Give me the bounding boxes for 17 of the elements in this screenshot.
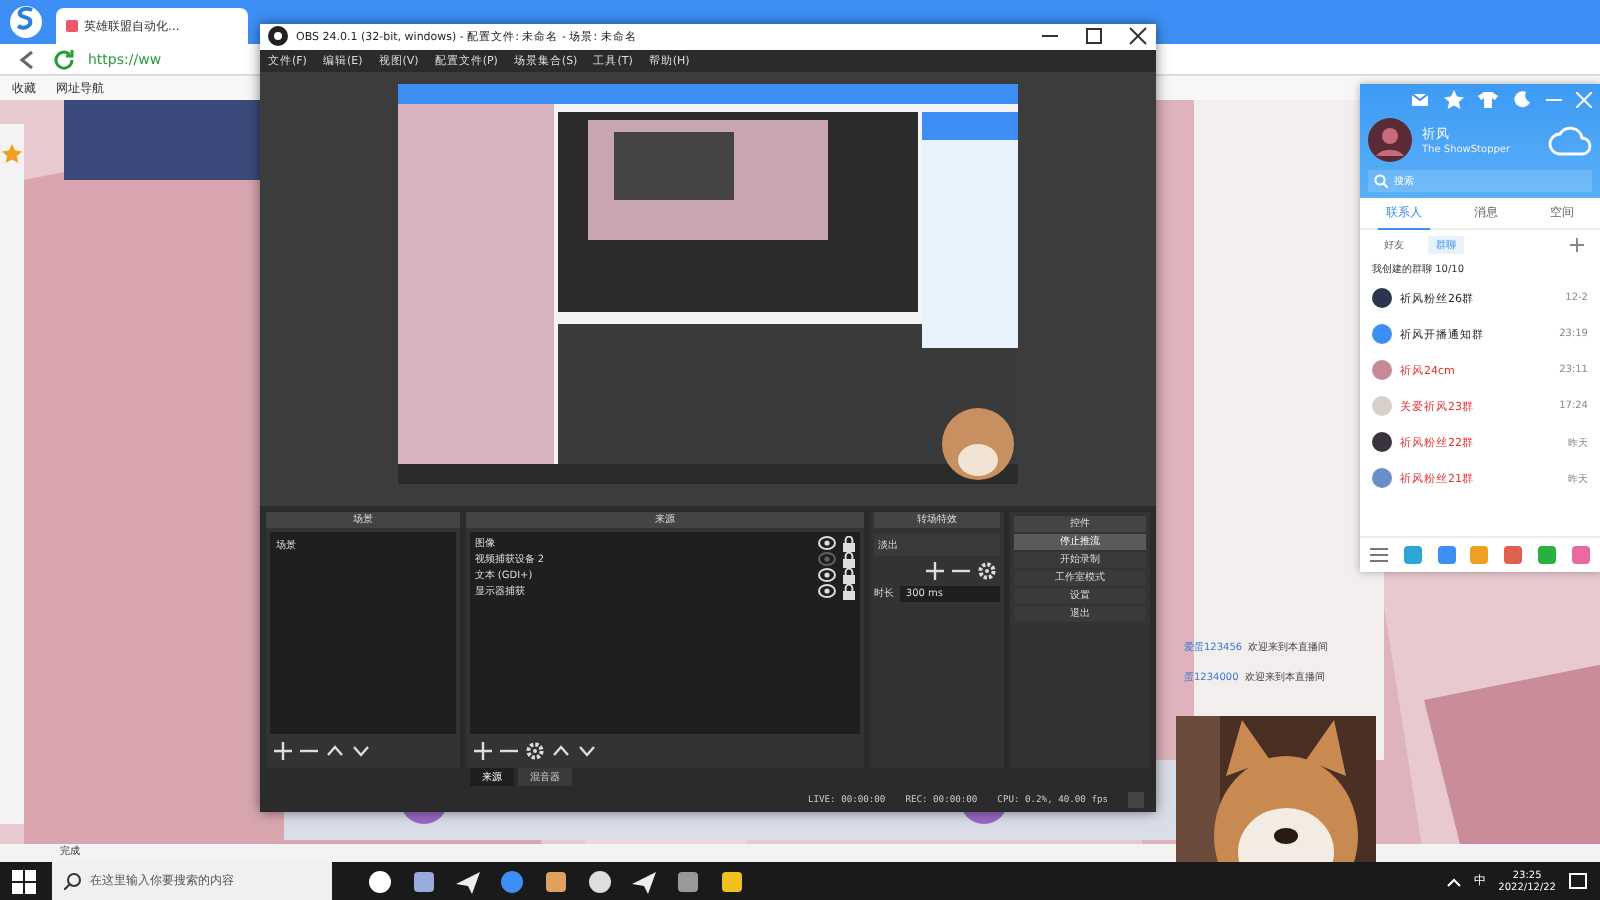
app-icon[interactable]: [368, 869, 392, 893]
maximize-icon[interactable]: [1084, 26, 1104, 47]
star-icon[interactable]: [2, 144, 22, 164]
app-icon[interactable]: [412, 869, 436, 893]
app-icon[interactable]: [720, 869, 744, 893]
chevron-up-icon[interactable]: [1446, 875, 1463, 887]
app-icon[interactable]: [588, 869, 612, 893]
close-icon[interactable]: [1128, 26, 1148, 47]
app-icon[interactable]: [456, 869, 480, 893]
search-icon: [64, 872, 82, 890]
windows-icon[interactable]: [12, 869, 36, 893]
notification-icon[interactable]: [1568, 871, 1588, 891]
browser-logo-icon[interactable]: [8, 4, 44, 40]
app-icon[interactable]: [632, 869, 656, 893]
app-icon[interactable]: [676, 869, 700, 893]
refresh-icon[interactable]: [52, 47, 76, 71]
app-icon[interactable]: [544, 869, 568, 893]
